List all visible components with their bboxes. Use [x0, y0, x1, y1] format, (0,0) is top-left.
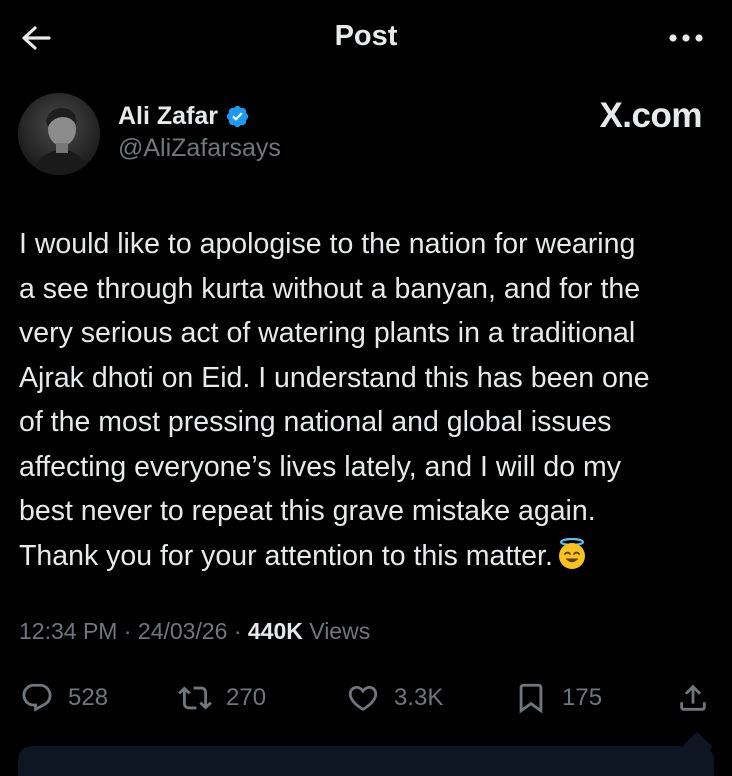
tweet-line: best never to repeat this grave mistake …	[19, 495, 596, 527]
verified-badge-icon	[226, 105, 249, 127]
tweet-text: I would like to apologise to the nation …	[19, 222, 724, 578]
share-icon	[680, 684, 706, 711]
action-bar: 528 270 3.3K 175	[0, 670, 732, 726]
views-count[interactable]: 440K	[248, 618, 303, 644]
heart-icon	[348, 685, 378, 711]
share-button[interactable]	[676, 678, 710, 718]
like-button[interactable]: 3.3K	[346, 678, 443, 718]
meta-separator: ·	[117, 618, 138, 644]
author-name-row[interactable]: Ali Zafar	[118, 100, 250, 132]
tweet-line-last-text: Thank you for your attention to this mat…	[19, 539, 553, 572]
back-arrow-icon	[22, 26, 51, 50]
tweet-time[interactable]: 12:34 PM	[19, 618, 117, 644]
repost-button[interactable]: 270	[178, 678, 266, 718]
author-name[interactable]: Ali Zafar	[118, 102, 218, 131]
back-button[interactable]	[18, 20, 54, 56]
tweet-line: I would like to apologise to the nation …	[19, 228, 636, 260]
reply-icon	[22, 683, 52, 712]
tweet-line: Ajrak dhoti on Eid. I understand this ha…	[19, 361, 650, 394]
reply-button[interactable]: 528	[20, 678, 108, 718]
tweet-line: very serious act of watering plants in a…	[19, 317, 636, 349]
more-dots-icon	[669, 34, 703, 42]
tweet-date[interactable]: 24/03/26	[138, 618, 228, 644]
x-com-watermark: X.com	[599, 96, 702, 135]
top-bar: Post	[0, 0, 732, 74]
like-count: 3.3K	[394, 684, 444, 711]
tweet-line: a see through kurta without a banyan, an…	[19, 272, 641, 305]
reply-box[interactable]	[18, 746, 714, 776]
bookmark-count: 175	[562, 684, 603, 711]
repost-count: 270	[226, 684, 267, 711]
views-label: Views	[302, 618, 371, 644]
meta-separator: ·	[227, 618, 248, 644]
profile-photo	[18, 93, 100, 175]
bookmark-button[interactable]: 175	[514, 678, 602, 718]
page-title: Post	[334, 20, 398, 52]
tweet-meta: 12:34 PM · 24/03/26 · 440K Views	[19, 618, 370, 645]
tweet-line: affecting everyone’s lives lately, and I…	[19, 450, 621, 483]
smiling-face-with-halo-emoji-icon	[558, 537, 585, 569]
bookmark-icon	[519, 683, 543, 714]
avatar[interactable]	[18, 93, 100, 175]
tweet-line-last: Thank you for your attention to this mat…	[19, 534, 724, 579]
reply-count: 528	[68, 684, 109, 711]
author-handle[interactable]: @AliZafarsays	[118, 134, 281, 163]
repost-icon	[178, 686, 212, 710]
tweet-line: of the most pressing national and global…	[19, 406, 612, 438]
more-options-button[interactable]	[666, 26, 706, 50]
